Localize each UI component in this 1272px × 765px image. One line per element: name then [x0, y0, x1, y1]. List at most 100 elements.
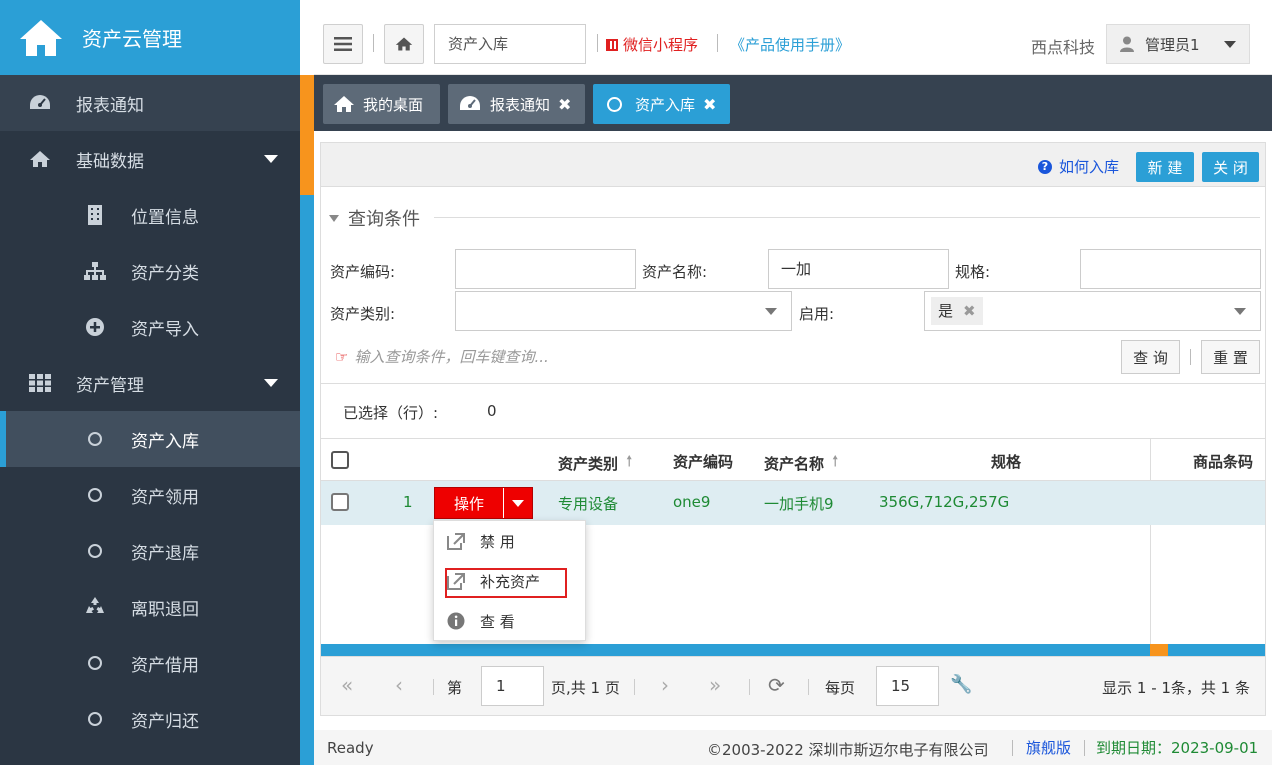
- first-page-icon[interactable]: «: [341, 675, 353, 695]
- sidebar-item-asset-use[interactable]: 资产领用: [0, 467, 300, 523]
- sort-up-icon: 🠕: [626, 452, 633, 470]
- menu-item-view[interactable]: 查 看: [434, 603, 585, 639]
- name-label: 资产名称:: [642, 263, 708, 281]
- app-logo[interactable]: 资产云管理: [0, 0, 300, 75]
- header-label: 资产名称: [764, 455, 825, 473]
- close-icon[interactable]: ✖: [703, 95, 716, 114]
- external-link-icon: [445, 532, 467, 550]
- per-page-input[interactable]: 15: [876, 666, 939, 706]
- tab-desktop[interactable]: 我的桌面: [323, 84, 440, 124]
- sidebar-item-label: 资产归还: [131, 711, 199, 732]
- caret-down-icon: [264, 379, 278, 387]
- circle-icon: [607, 96, 622, 112]
- next-page-icon[interactable]: ›: [661, 675, 669, 695]
- search-button[interactable]: 查 询: [1121, 340, 1180, 374]
- home-button[interactable]: [384, 24, 424, 64]
- table-header: 资产类别 🠕 资产编码 资产名称 🠕 规格 商品条码: [321, 439, 1265, 481]
- tab-label: 我的桌面: [363, 95, 424, 114]
- circle-icon: [83, 544, 107, 558]
- main-panel: ? 如何入库 新 建 关 闭 查询条件 资产编码: 资产名称: 一加 规格: 资…: [320, 142, 1266, 716]
- circle-icon: [83, 712, 107, 726]
- howto-link[interactable]: ? 如何入库: [1038, 156, 1119, 177]
- edition-link[interactable]: 旗舰版: [1026, 737, 1071, 758]
- sidebar-item-location[interactable]: 位置信息: [0, 187, 300, 243]
- horizontal-scrollbar[interactable]: [321, 644, 1265, 656]
- select-all-checkbox[interactable]: [331, 451, 349, 469]
- sidebar-item-label: 资产借用: [131, 655, 199, 676]
- dashboard-icon: [28, 93, 52, 113]
- building-icon: [83, 204, 107, 226]
- reset-button[interactable]: 重 置: [1201, 340, 1260, 374]
- sidebar-item-asset-mgmt[interactable]: 资产管理: [0, 355, 300, 411]
- user-name: 管理员1: [1145, 35, 1200, 54]
- sidebar-splitter[interactable]: [300, 75, 314, 765]
- last-page-icon[interactable]: »: [709, 675, 721, 695]
- tab-report[interactable]: 报表通知 ✖: [448, 84, 585, 124]
- query-toggle[interactable]: 查询条件: [329, 205, 420, 231]
- name-input[interactable]: 一加: [768, 249, 949, 289]
- hand-pointer-icon: ☞: [335, 347, 349, 366]
- column-header-code[interactable]: 资产编码: [673, 451, 733, 472]
- sidebar-item-category[interactable]: 资产分类: [0, 243, 300, 299]
- sidebar-item-basic-data[interactable]: 基础数据: [0, 131, 300, 187]
- info-icon: [445, 612, 467, 630]
- company-name: 西点科技: [1031, 38, 1096, 57]
- row-checkbox[interactable]: [331, 493, 349, 511]
- column-header-name[interactable]: 资产名称 🠕: [764, 451, 838, 476]
- menu-toggle-button[interactable]: [323, 24, 363, 64]
- sidebar-item-label: 离职退回: [131, 599, 199, 620]
- column-header-spec[interactable]: 规格: [991, 451, 1021, 472]
- cell-code: one9: [673, 493, 711, 511]
- new-button[interactable]: 新 建: [1136, 152, 1194, 182]
- operation-caret-button[interactable]: [503, 488, 532, 518]
- menu-item-disable[interactable]: 禁 用: [434, 523, 585, 559]
- sidebar-item-label: 报表通知: [76, 95, 144, 116]
- wechat-miniprogram-link[interactable]: 微信小程序: [606, 34, 698, 55]
- home-icon: [20, 19, 62, 56]
- question-icon: ?: [1038, 159, 1052, 174]
- code-input[interactable]: [455, 249, 636, 289]
- selected-count-bar: 已选择（行）: 0: [321, 383, 1265, 439]
- cell-spec: 356G,712G,257G: [879, 493, 1010, 511]
- sidebar-item-asset-in[interactable]: 资产入库: [0, 411, 300, 467]
- user-icon: [1120, 36, 1134, 52]
- home-icon: [334, 96, 354, 112]
- sidebar-item-resign-return[interactable]: 离职退回: [0, 579, 300, 635]
- sidebar-item-asset-borrow[interactable]: 资产借用: [0, 635, 300, 691]
- close-button[interactable]: 关 闭: [1202, 152, 1259, 182]
- user-menu-button[interactable]: 管理员1: [1106, 24, 1250, 64]
- tab-asset-in[interactable]: 资产入库 ✖: [593, 84, 730, 124]
- sidebar-item-asset-giveback[interactable]: 资产归还: [0, 691, 300, 747]
- enabled-tag-label: 是: [938, 302, 954, 320]
- query-hint: ☞ 输入查询条件，回车键查询...: [335, 346, 549, 367]
- recycle-icon: [83, 596, 107, 618]
- per-page-label: 每页: [825, 679, 856, 697]
- page-number-input[interactable]: 1: [481, 666, 544, 706]
- selected-count: 0: [487, 402, 497, 420]
- prev-page-icon[interactable]: ‹: [395, 675, 403, 695]
- wrench-icon[interactable]: 🔧: [950, 675, 972, 695]
- table-row[interactable]: 1 操作 专用设备 one9 一加手机9 356G,712G,257G: [321, 481, 1265, 525]
- enabled-select[interactable]: 是 ✖: [924, 291, 1261, 331]
- operation-dropdown: 操作: [434, 487, 533, 519]
- top-bar: 资产入库 微信小程序 《产品使用手册》 西点科技 管理员1: [314, 0, 1272, 75]
- column-header-barcode[interactable]: 商品条码: [1193, 451, 1253, 472]
- column-header-category[interactable]: 资产类别 🠕: [558, 451, 632, 476]
- category-select[interactable]: [455, 291, 792, 331]
- sidebar-item-asset-return-stock[interactable]: 资产退库: [0, 523, 300, 579]
- operation-button[interactable]: 操作: [435, 488, 503, 518]
- header-label: 资产编码: [673, 453, 734, 471]
- spec-input[interactable]: [1080, 249, 1261, 289]
- current-page-input[interactable]: 资产入库: [434, 24, 586, 64]
- close-icon[interactable]: ✖: [558, 95, 571, 114]
- operation-menu: 禁 用 补充资产 查 看: [433, 520, 586, 641]
- remove-tag-icon[interactable]: ✖: [963, 292, 976, 330]
- sidebar-item-report[interactable]: 报表通知: [0, 75, 300, 131]
- category-label: 资产类别:: [330, 305, 396, 323]
- panel-toolbar: ? 如何入库 新 建 关 闭: [321, 143, 1265, 187]
- manual-link[interactable]: 《产品使用手册》: [730, 34, 850, 55]
- sidebar-item-import[interactable]: 资产导入: [0, 299, 300, 355]
- dashboard-icon: [460, 96, 480, 110]
- tab-label: 报表通知: [490, 95, 551, 114]
- refresh-icon[interactable]: ⟳: [768, 675, 785, 695]
